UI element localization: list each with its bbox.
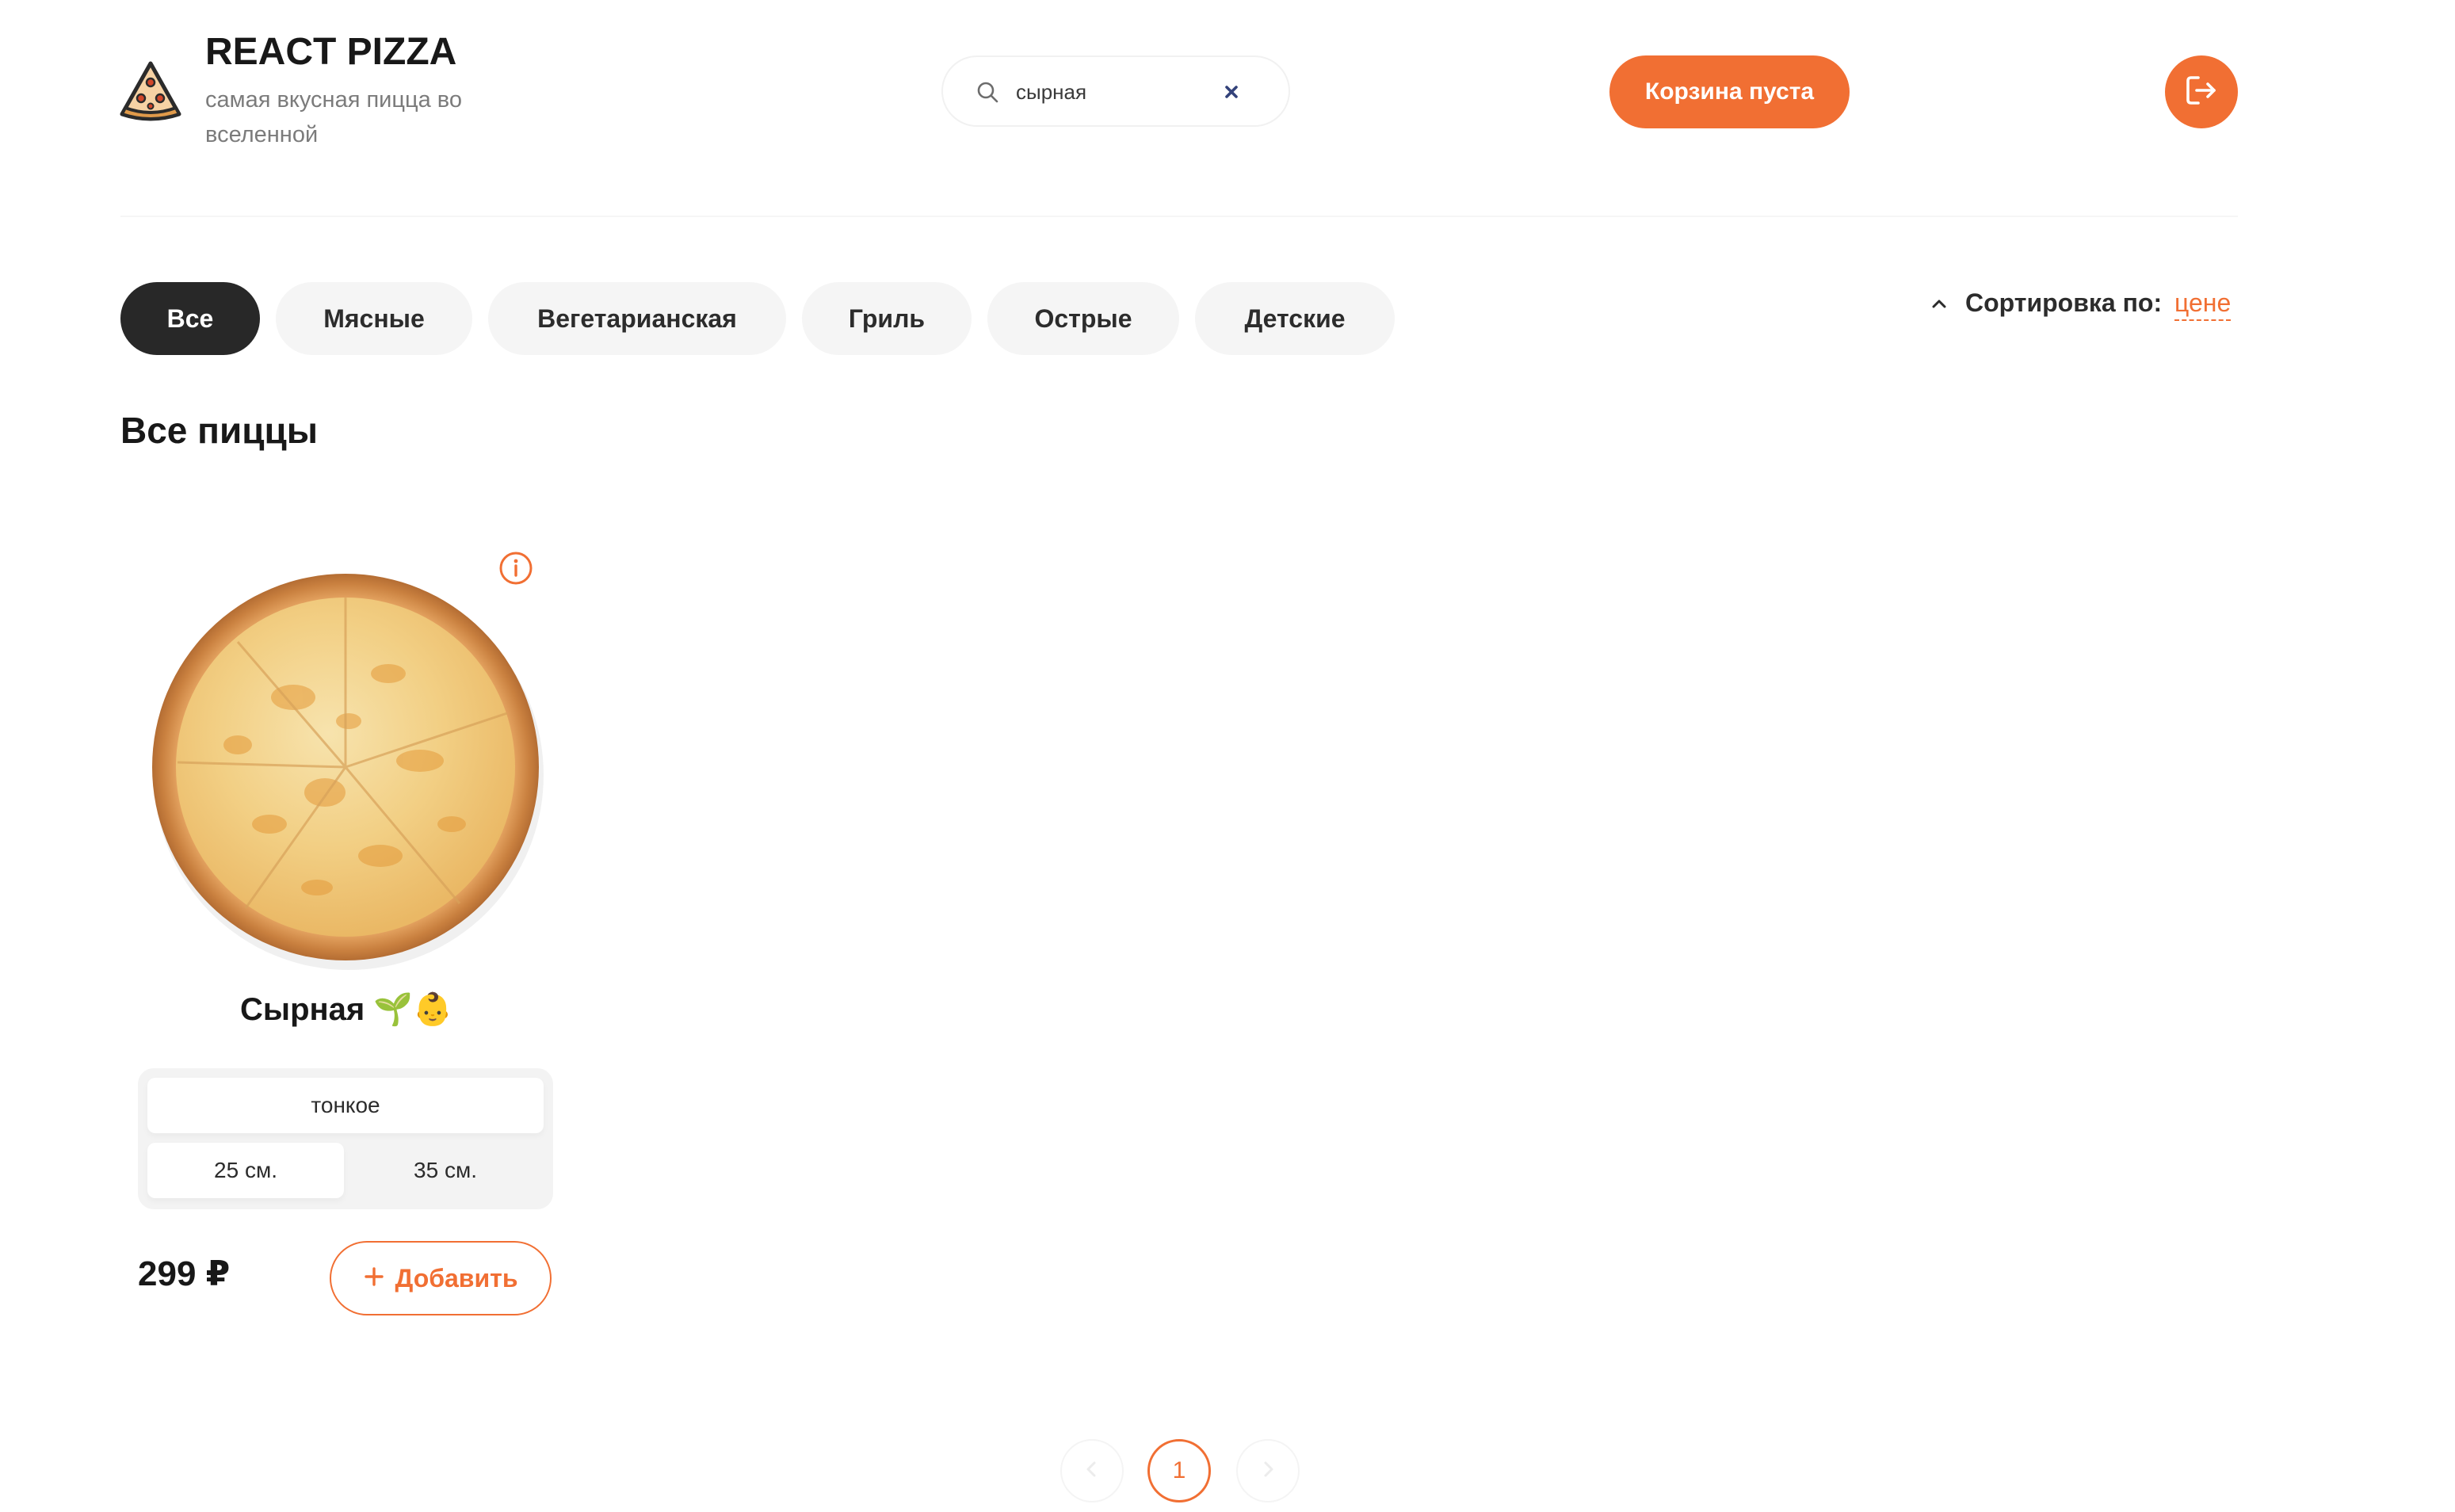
- pizza-title: Сырная 🌱👶: [138, 991, 555, 1028]
- search-input[interactable]: [1016, 74, 1238, 109]
- search-box[interactable]: [941, 55, 1290, 127]
- pizza-price: 299 ₽: [138, 1254, 231, 1293]
- cart-button[interactable]: Корзина пуста: [1609, 55, 1850, 128]
- chevron-up-icon[interactable]: [1930, 295, 1948, 312]
- page-next-button[interactable]: [1236, 1439, 1300, 1502]
- brand-title: REACT PIZZA: [205, 31, 457, 73]
- category-meat[interactable]: Мясные: [276, 282, 472, 355]
- size-option-25[interactable]: 25 см.: [147, 1143, 344, 1198]
- add-button-label: Добавить: [395, 1263, 518, 1292]
- dough-option-thin[interactable]: тонкое: [147, 1078, 544, 1133]
- logout-button[interactable]: [2165, 55, 2238, 128]
- sort-value[interactable]: цене: [2174, 288, 2232, 321]
- logout-icon: [2183, 72, 2220, 113]
- close-icon[interactable]: [1217, 78, 1246, 106]
- pizza-name: Сырная: [240, 992, 365, 1027]
- category-vegetarian[interactable]: Вегетарианская: [488, 282, 786, 355]
- category-all[interactable]: Все: [120, 282, 260, 355]
- plus-icon: [364, 1264, 384, 1293]
- chevron-right-icon: [1258, 1460, 1277, 1483]
- category-kids[interactable]: Детские: [1195, 282, 1395, 355]
- info-icon[interactable]: [498, 550, 534, 586]
- brand-subtitle: самая вкусная пицца во вселенной: [205, 87, 462, 147]
- header-divider: [120, 216, 2238, 217]
- pizza-badges: 🌱👶: [373, 992, 452, 1027]
- page-button-current[interactable]: 1: [1147, 1439, 1211, 1502]
- size-option-35[interactable]: 35 см.: [347, 1143, 544, 1198]
- pizza-options: тонкое 25 см. 35 см.: [138, 1068, 553, 1209]
- pizza-image: [135, 555, 559, 979]
- pizza-slice-icon[interactable]: [117, 59, 184, 122]
- chevron-left-icon: [1082, 1460, 1102, 1483]
- category-grill[interactable]: Гриль: [802, 282, 972, 355]
- section-title: Все пиццы: [120, 410, 319, 451]
- page-prev-button[interactable]: [1060, 1439, 1124, 1502]
- add-to-cart-button[interactable]: Добавить: [330, 1241, 552, 1315]
- category-spicy[interactable]: Острые: [987, 282, 1179, 355]
- search-icon: [975, 79, 1000, 105]
- sort-label: Сортировка по:: [1965, 288, 2163, 317]
